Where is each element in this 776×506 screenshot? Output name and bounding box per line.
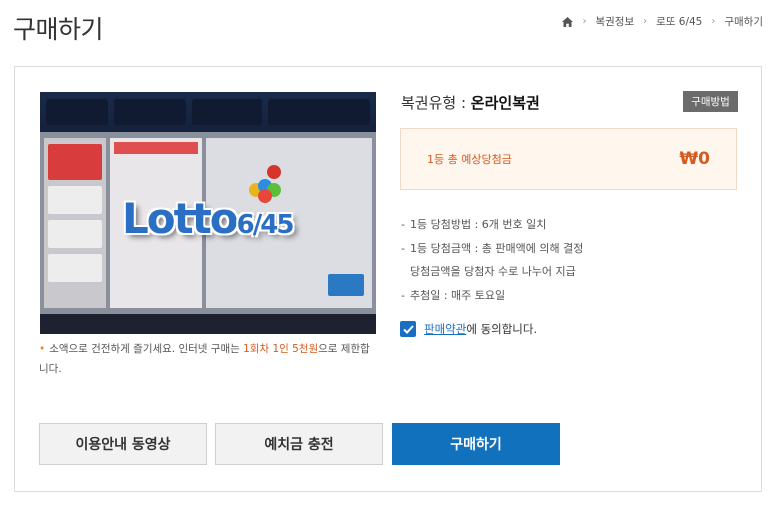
how-to-buy-button[interactable]: 구매방법 [683,91,738,112]
guide-video-button[interactable]: 이용안내 동영상 [39,423,207,465]
chevron-right-icon: › [711,16,716,27]
breadcrumb-item-lottery-info[interactable]: 복권정보 [595,14,634,29]
chevron-right-icon: › [643,16,648,27]
terms-checkbox[interactable] [400,321,416,337]
purchase-limit-notice: • 소액으로 건전하게 즐기세요. 인터넷 구매는 1회차 1인 5천원으로 제한… [39,343,370,375]
lotto-ticket-image: Lotto6/45 [40,92,376,334]
chevron-right-icon: › [582,16,587,27]
prize-label: 1등 총 예상당첨금 [427,153,512,166]
purchase-panel: Lotto6/45 • 소액으로 건전하게 즐기세요. 인터넷 구매는 1회차 1… [14,66,762,492]
terms-link[interactable]: 판매약관 [424,321,466,337]
prize-info-list: -1등 당첨방법 : 6개 번호 일치 -1등 당첨금액 : 총 판매액에 의해… [401,213,583,307]
bullet-icon: • [39,343,46,355]
breadcrumb-item-lotto645[interactable]: 로또 6/45 [656,14,702,29]
deposit-charge-button[interactable]: 예치금 충전 [215,423,383,465]
page-title: 구매하기 [13,15,104,44]
purchase-button[interactable]: 구매하기 [392,423,560,465]
lotto-logo: Lotto6/45 [122,194,294,243]
ticket-header-graphic [40,92,376,132]
breadcrumb-item-purchase: 구매하기 [724,16,763,28]
ticket-type: 복권유형 : 온라인복권 [401,94,540,112]
home-icon[interactable] [562,16,574,27]
breadcrumb: › 복권정보 › 로또 6/45 › 구매하기 [562,14,763,29]
list-item: 당첨금액을 당첨자 수로 나누어 지급 [410,265,576,278]
list-item: - 추첨일 : 매주 토요일 [401,288,506,302]
list-item: -1등 당첨방법 : 6개 번호 일치 [401,218,547,231]
prize-value: ₩0 [679,149,710,169]
list-item: -1등 당첨금액 : 총 판매액에 의해 결정 [401,241,584,255]
expected-prize-box: 1등 총 예상당첨금 ₩0 [400,128,737,190]
ticket-menu-graphic [44,138,106,308]
terms-text: 에 동의합니다. [466,322,538,336]
terms-agreement: 판매약관 에 동의합니다. [400,321,537,337]
